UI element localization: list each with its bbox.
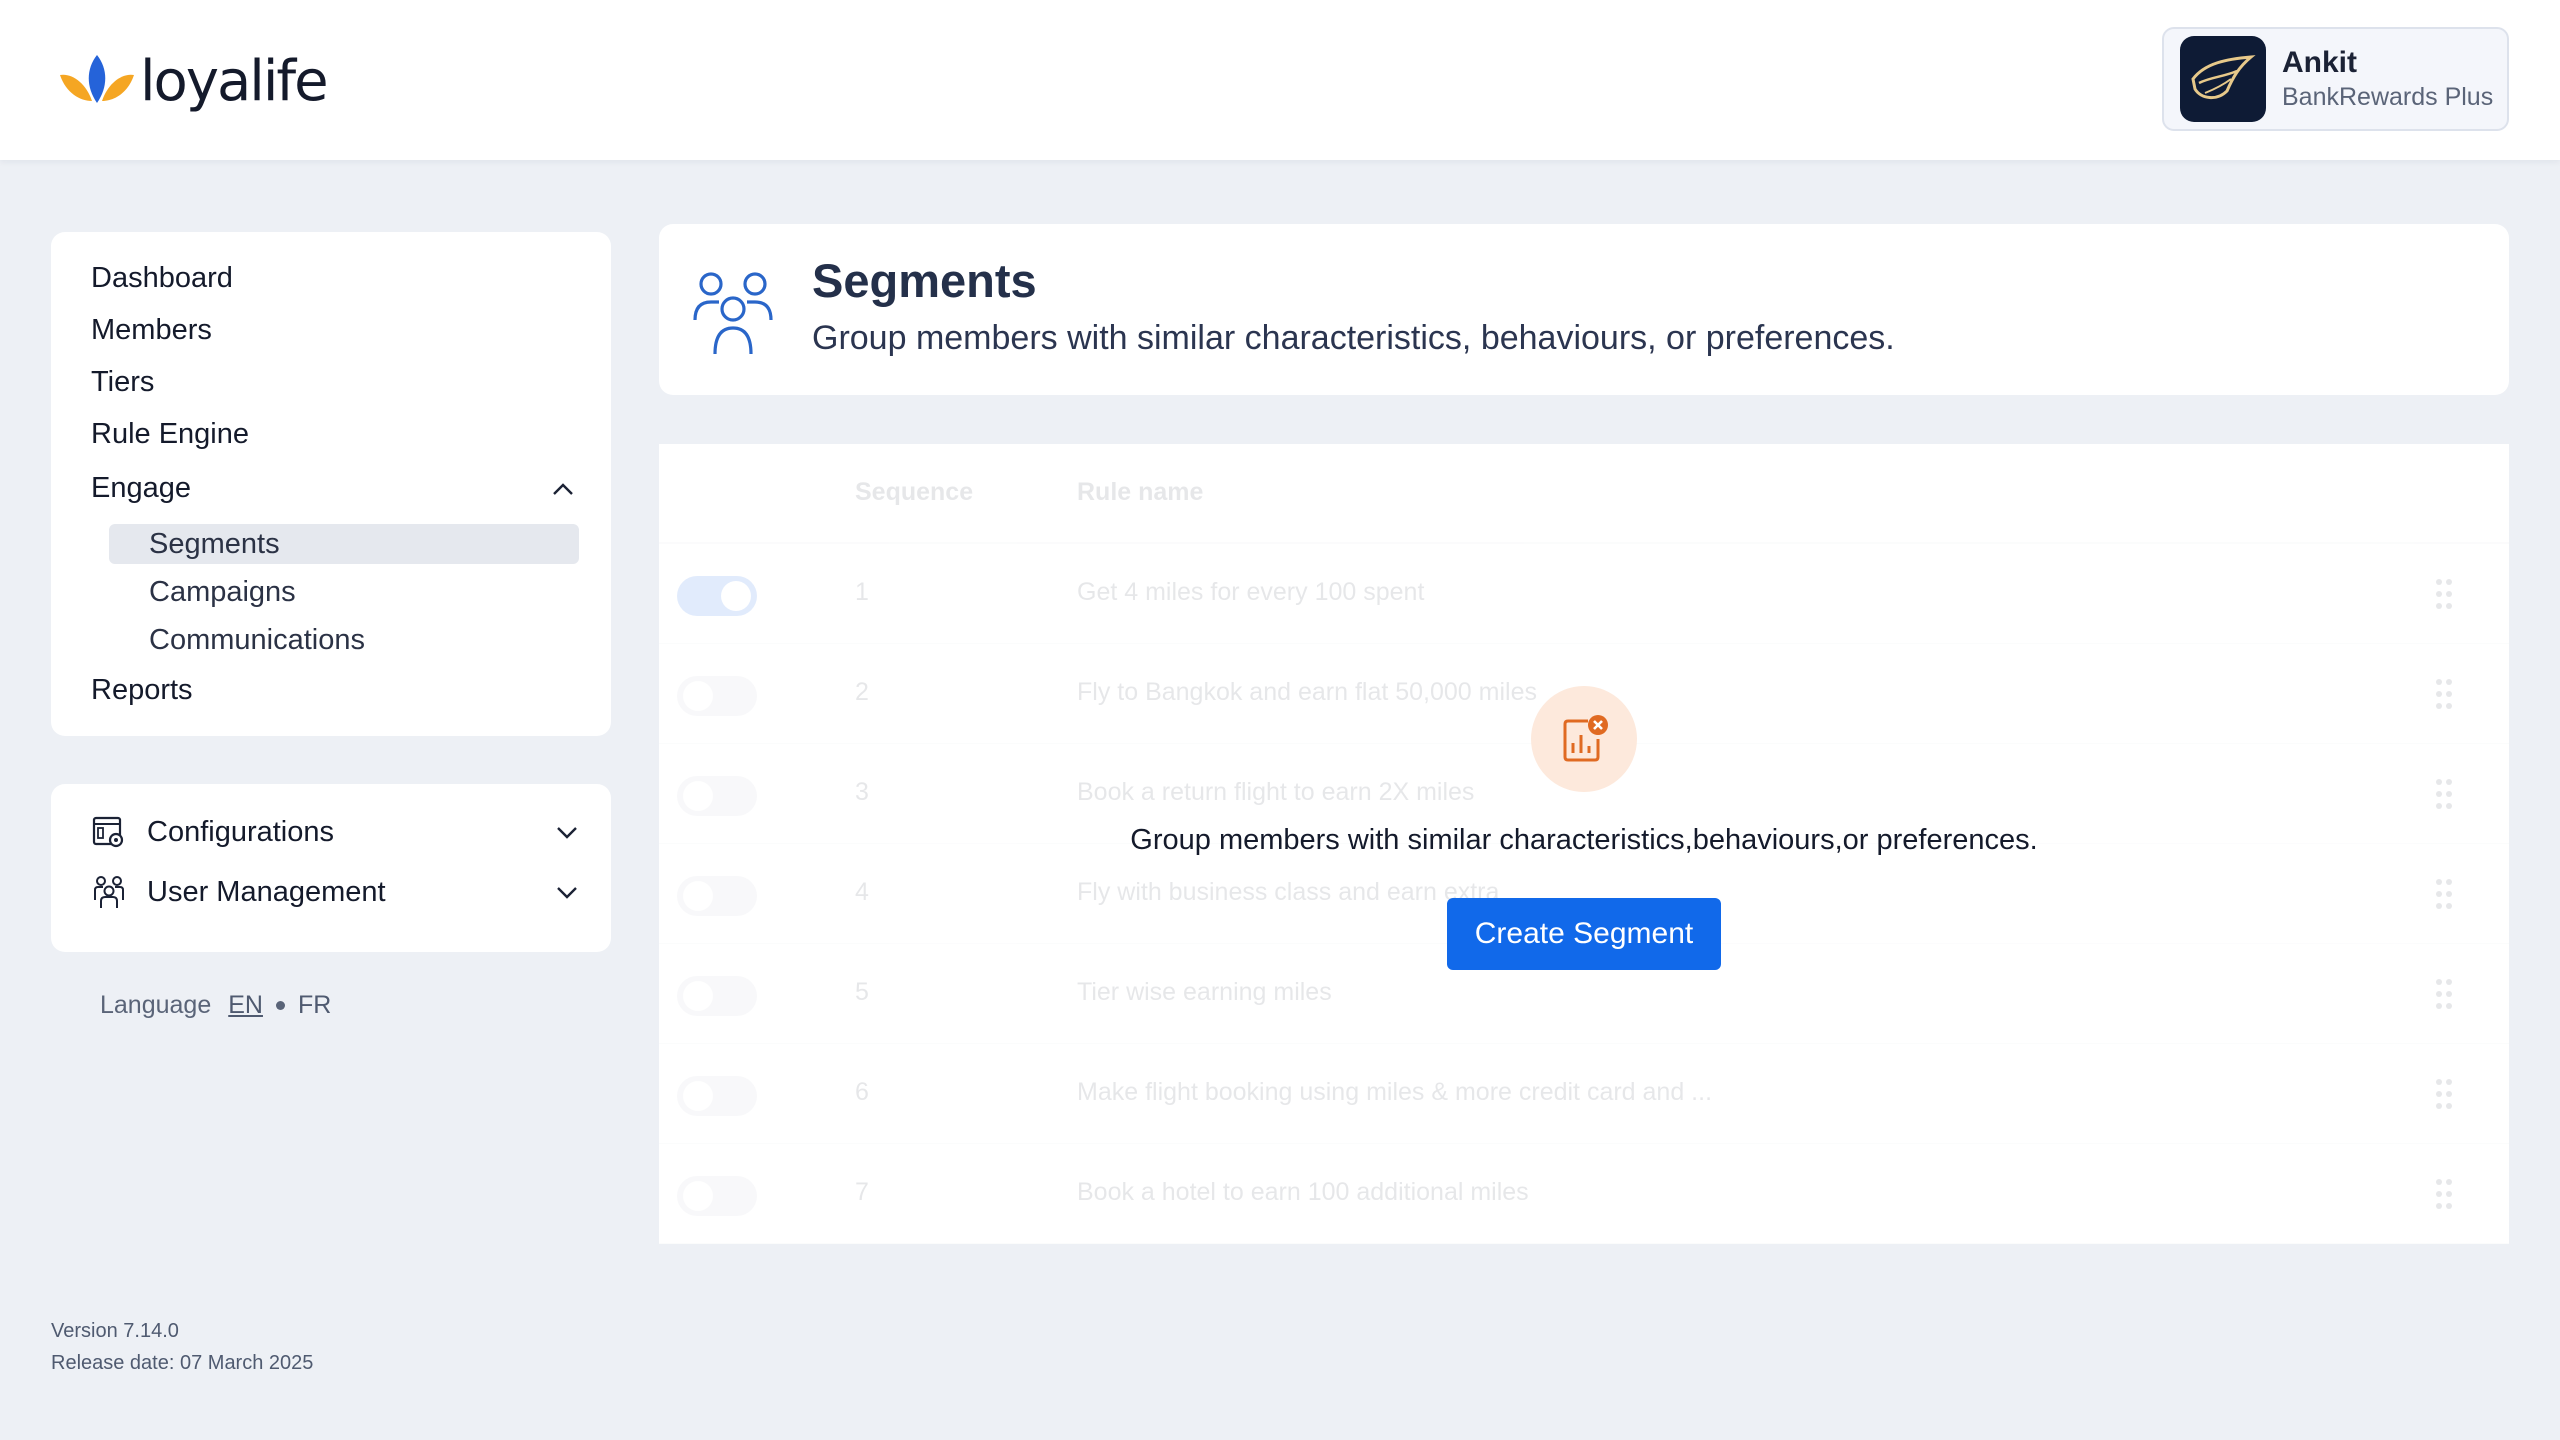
version-info: Version 7.14.0 Release date: 07 March 20…	[51, 1315, 313, 1379]
lotus-logo-icon	[60, 55, 134, 103]
sidebar-item-configurations[interactable]: Configurations	[91, 809, 581, 855]
page-subtitle: Group members with similar characteristi…	[812, 319, 1895, 357]
sidebar-item-user-management[interactable]: User Management	[91, 869, 581, 915]
empty-state-message: Group members with similar characteristi…	[1130, 824, 2038, 856]
create-segment-button[interactable]: Create Segment	[1447, 898, 1721, 970]
sidebar-item-rule-engine[interactable]: Rule Engine	[91, 416, 249, 452]
settings-dashboard-icon	[91, 814, 127, 850]
brand-logo[interactable]: loyalife	[58, 46, 329, 116]
page-title: Segments	[812, 254, 1037, 307]
user-org: BankRewards Plus	[2282, 83, 2494, 111]
language-option-en[interactable]: EN	[228, 991, 263, 1020]
sidebar-item-members[interactable]: Members	[91, 312, 212, 348]
sidebar-nav: Dashboard Members Tiers Rule Engine Enga…	[51, 232, 611, 736]
user-profile-card[interactable]: Ankit BankRewards Plus	[2162, 27, 2509, 131]
chevron-down-icon[interactable]	[553, 818, 581, 846]
language-label: Language	[100, 990, 212, 1019]
version-number: Version 7.14.0	[51, 1320, 179, 1342]
segments-content: Sequence Rule name 1 Get 4 miles for eve…	[659, 444, 2509, 1244]
avatar	[2180, 36, 2266, 122]
bird-logo-icon	[2191, 55, 2256, 99]
sidebar-item-tiers[interactable]: Tiers	[91, 364, 154, 400]
language-switcher: Language EN FR	[100, 990, 331, 1020]
chevron-up-icon[interactable]	[549, 475, 577, 503]
settings-nav: Configurations User Management	[51, 784, 611, 952]
user-management-label: User Management	[147, 875, 386, 908]
language-option-fr[interactable]: FR	[298, 991, 331, 1020]
users-group-icon	[91, 874, 127, 910]
release-date: Release date: 07 March 2025	[51, 1352, 314, 1374]
users-group-icon	[693, 272, 773, 355]
chevron-down-icon[interactable]	[553, 878, 581, 906]
page-header: Segments Group members with similar char…	[659, 224, 2509, 395]
sidebar-item-engage[interactable]: Engage	[91, 470, 191, 506]
sidebar-item-campaigns[interactable]: Campaigns	[109, 572, 579, 612]
empty-state: Group members with similar characteristi…	[659, 444, 2509, 1244]
sidebar-item-segments[interactable]: Segments	[109, 524, 579, 564]
sidebar-item-communications[interactable]: Communications	[109, 620, 579, 660]
sidebar-item-reports[interactable]: Reports	[91, 672, 193, 708]
configurations-label: Configurations	[147, 815, 334, 848]
brand-name: loyalife	[140, 48, 329, 114]
top-bar: loyalife Ankit BankRewards Plus	[0, 0, 2560, 160]
separator-dot	[275, 1000, 285, 1010]
report-error-icon	[1531, 686, 1637, 792]
user-name: Ankit	[2282, 46, 2357, 79]
sidebar-item-dashboard[interactable]: Dashboard	[91, 260, 233, 296]
